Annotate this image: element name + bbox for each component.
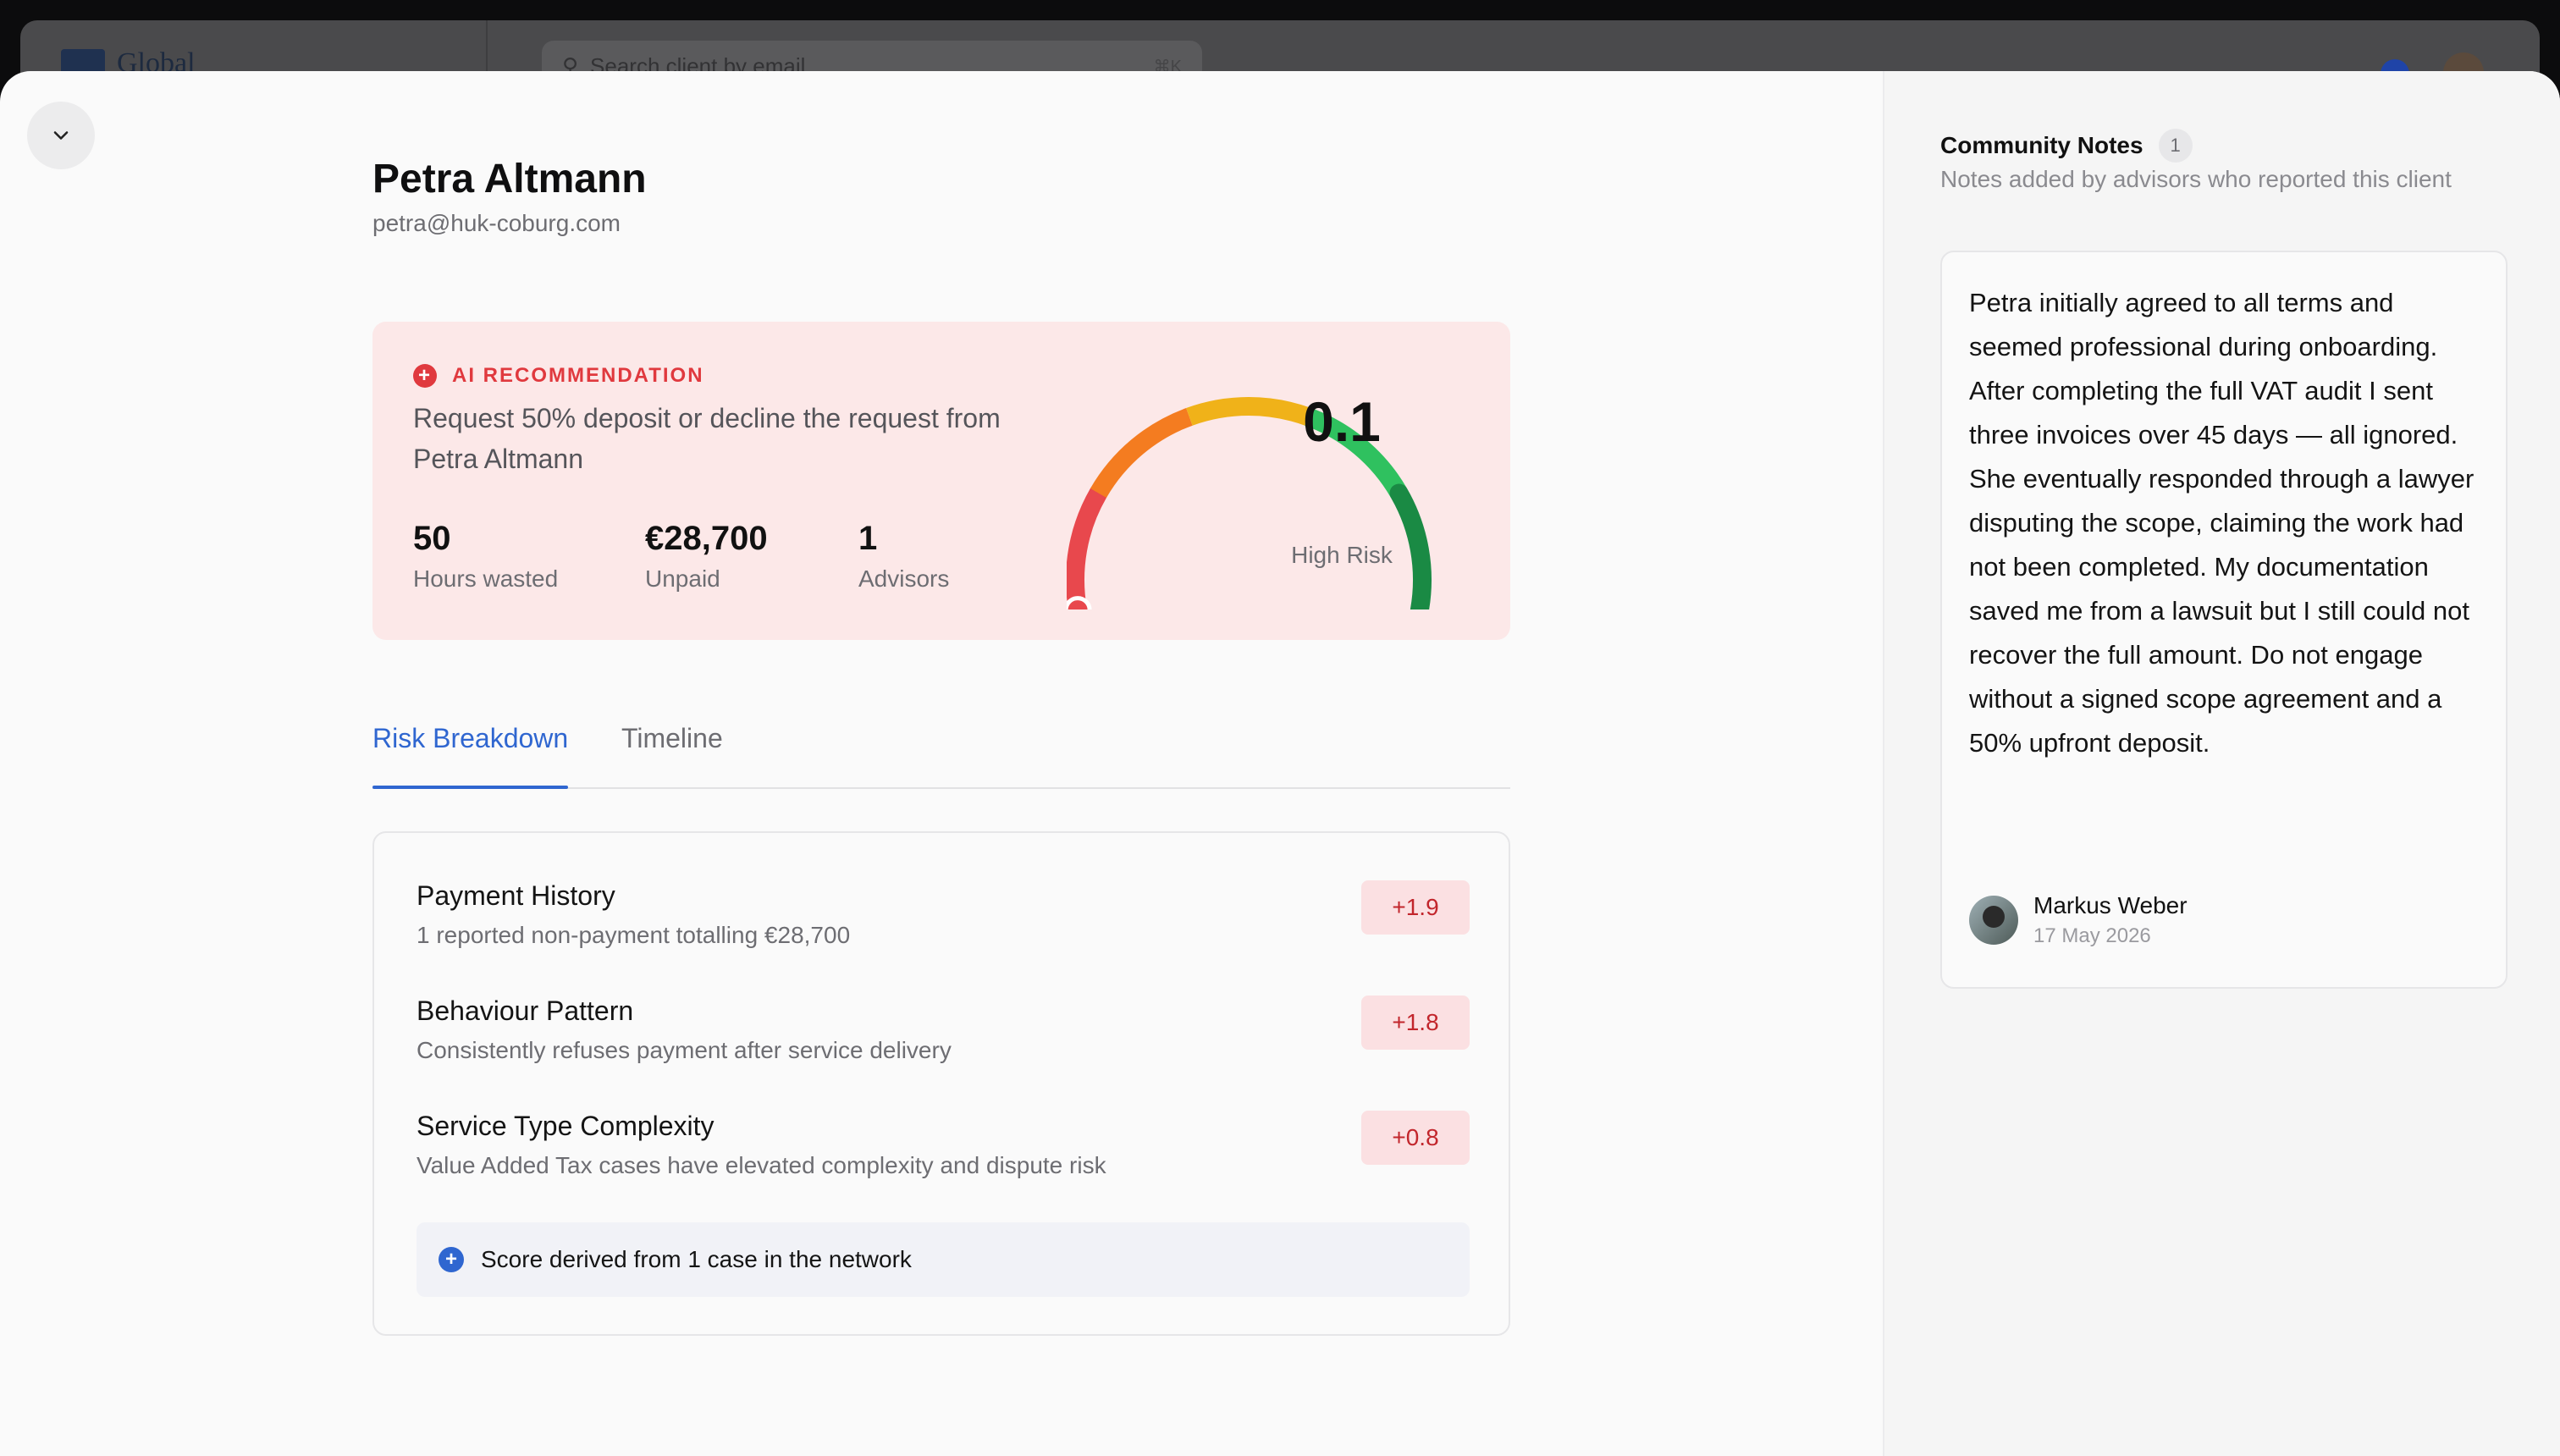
community-notes-subtitle: Notes added by advisors who reported thi… xyxy=(1940,166,2452,192)
breakdown-row-title: Payment History xyxy=(417,880,615,911)
alert-plus-icon: + xyxy=(413,364,437,388)
risk-breakdown-card: Payment History 1 reported non-payment t… xyxy=(372,831,1510,1336)
detail-tabs: Risk Breakdown Timeline xyxy=(372,718,1510,789)
stat-value: 1 xyxy=(858,520,878,557)
ai-recommendation-text: Request 50% deposit or decline the reque… xyxy=(413,403,1001,474)
collapse-sheet-button[interactable] xyxy=(27,102,95,169)
stat-label: Unpaid xyxy=(645,565,720,592)
background-divider xyxy=(486,20,488,71)
breakdown-row-title: Service Type Complexity xyxy=(417,1111,714,1141)
breakdown-row-title: Behaviour Pattern xyxy=(417,995,634,1026)
avatar xyxy=(1969,896,2018,945)
risk-score-chip: +1.8 xyxy=(1361,995,1470,1050)
stat-value: €28,700 xyxy=(645,520,768,557)
community-notes-header: Community Notes 1 xyxy=(1940,129,2193,163)
gauge-marker xyxy=(1067,596,1092,609)
note-author: Markus Weber 17 May 2026 xyxy=(1969,892,2188,948)
community-notes-title: Community Notes xyxy=(1940,132,2143,158)
gauge-segment xyxy=(1067,483,1108,609)
stat-advisors: 1 Advisors xyxy=(858,518,1028,593)
community-note-card: Petra initially agreed to all terms and … xyxy=(1940,251,2508,989)
stat-label: Hours wasted xyxy=(413,565,559,592)
info-plus-icon: + xyxy=(439,1247,464,1272)
breakdown-row-subtitle: 1 reported non-payment totalling €28,700 xyxy=(417,922,851,948)
risk-score-chip: +0.8 xyxy=(1361,1111,1470,1165)
stat-label: Advisors xyxy=(858,565,950,592)
community-notes-count: 1 xyxy=(2158,129,2193,163)
stat-hours-wasted: 50 Hours wasted xyxy=(413,518,645,593)
tab-timeline[interactable]: Timeline xyxy=(621,723,723,754)
community-notes-panel: Community Notes 1 Notes added by advisor… xyxy=(1883,71,2560,1456)
chevron-down-icon xyxy=(53,131,69,140)
client-detail-sheet: Petra Altmann petra@huk-coburg.com + AI … xyxy=(0,71,2560,1456)
tab-risk-breakdown[interactable]: Risk Breakdown xyxy=(372,723,569,789)
score-source-text: Score derived from 1 case in the network xyxy=(481,1246,912,1272)
stat-unpaid: €28,700 Unpaid xyxy=(645,518,858,593)
breakdown-row: Behaviour Pattern Consistently refuses p… xyxy=(417,995,1470,1080)
ai-recommendation-tag: + AI RECOMMENDATION xyxy=(413,364,704,388)
client-email: petra@huk-coburg.com xyxy=(372,210,621,236)
gauge-segment xyxy=(1090,408,1193,499)
ai-recommendation-card: + AI RECOMMENDATION Request 50% deposit … xyxy=(372,322,1510,640)
risk-score-chip: +1.9 xyxy=(1361,880,1470,935)
client-name: Petra Altmann xyxy=(372,157,647,201)
breakdown-row: Service Type Complexity Value Added Tax … xyxy=(417,1111,1470,1195)
note-date: 17 May 2026 xyxy=(2033,924,2151,947)
score-source-note: + Score derived from 1 case in the netwo… xyxy=(417,1222,1470,1297)
breakdown-row: Payment History 1 reported non-payment t… xyxy=(417,880,1470,965)
community-note-text: Petra initially agreed to all terms and … xyxy=(1969,288,2474,758)
stat-value: 50 xyxy=(413,520,451,557)
note-author-name: Markus Weber xyxy=(2033,892,2188,918)
breakdown-row-subtitle: Value Added Tax cases have elevated comp… xyxy=(417,1152,1106,1178)
breakdown-row-subtitle: Consistently refuses payment after servi… xyxy=(417,1037,952,1063)
ai-recommendation-label: AI RECOMMENDATION xyxy=(452,364,704,387)
recommendation-stats: 50 Hours wasted €28,700 Unpaid 1 Advisor… xyxy=(413,518,1028,593)
risk-score: 0.1 xyxy=(1303,390,1381,453)
risk-label: High Risk xyxy=(1291,542,1393,568)
